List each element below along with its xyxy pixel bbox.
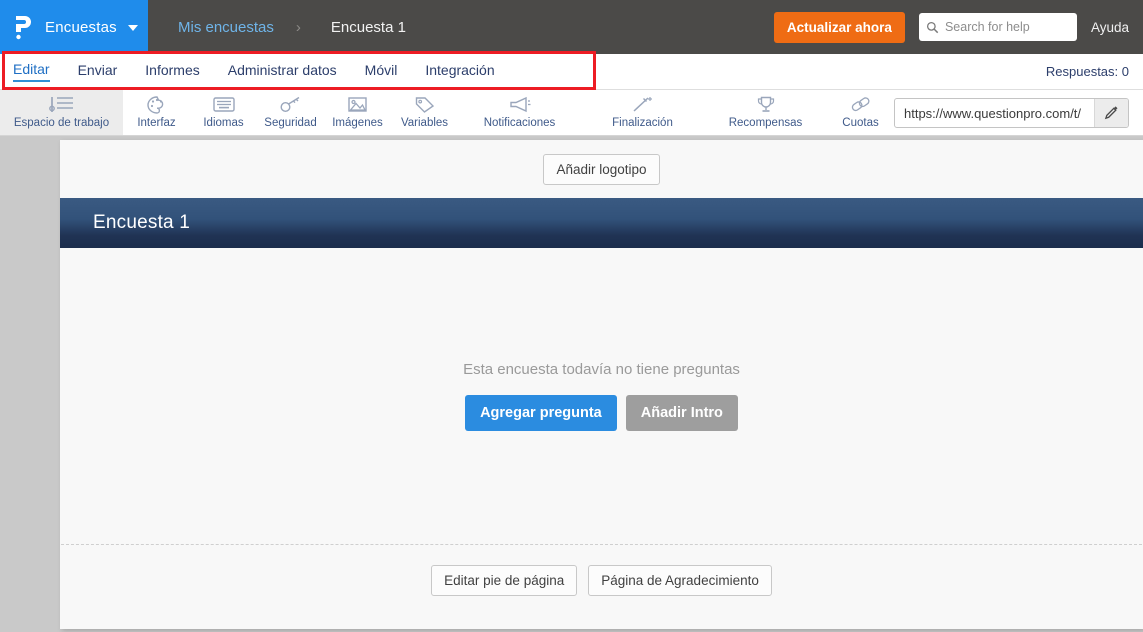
survey-url-field[interactable]: https://www.questionpro.com/t/ bbox=[894, 98, 1129, 128]
upgrade-now-button[interactable]: Actualizar ahora bbox=[773, 11, 905, 43]
toolbar-label: Idiomas bbox=[203, 117, 244, 129]
breadcrumb-current: Encuesta 1 bbox=[330, 18, 406, 36]
pencil-icon bbox=[1104, 105, 1118, 119]
survey-settings-toolbar: Espacio de trabajo Interfaz Idiomas Segu… bbox=[0, 90, 1143, 136]
toolbar-item-imagenes[interactable]: Imágenes bbox=[324, 90, 391, 135]
edit-url-button[interactable] bbox=[1094, 99, 1128, 127]
tag-icon bbox=[413, 93, 436, 116]
breadcrumb-separator-icon: › bbox=[295, 18, 301, 36]
empty-state-message: Esta encuesta todavía no tiene preguntas bbox=[463, 361, 740, 378]
key-icon bbox=[279, 93, 303, 116]
toolbar-label: Notificaciones bbox=[483, 117, 556, 129]
brand-label: Encuestas bbox=[45, 18, 117, 36]
chain-link-icon bbox=[849, 93, 872, 116]
main-navigation-tabs: Editar Enviar Informes Administrar datos… bbox=[0, 54, 1143, 90]
toolbar-label: Cuotas bbox=[842, 117, 879, 129]
workspace-lines-icon bbox=[48, 93, 75, 116]
magic-wand-icon bbox=[631, 93, 655, 116]
survey-url-text: https://www.questionpro.com/t/ bbox=[904, 105, 1082, 121]
tab-integracion[interactable]: Integración bbox=[425, 62, 494, 81]
chevron-down-icon bbox=[127, 25, 138, 31]
toolbar-item-cuotas[interactable]: Cuotas bbox=[827, 90, 894, 135]
help-link[interactable]: Ayuda bbox=[1091, 20, 1129, 35]
survey-paper: Añadir logotipo Encuesta 1 Esta encuesta… bbox=[60, 140, 1143, 629]
toolbar-item-interfaz[interactable]: Interfaz bbox=[123, 90, 190, 135]
toolbar-label: Recompensas bbox=[728, 117, 803, 129]
add-question-button[interactable]: Agregar pregunta bbox=[465, 395, 617, 431]
questionpro-logo-icon bbox=[16, 16, 31, 40]
megaphone-icon bbox=[508, 93, 532, 116]
tab-movil[interactable]: Móvil bbox=[365, 62, 398, 81]
toolbar-item-variables[interactable]: Variables bbox=[391, 90, 458, 135]
thank-you-page-button[interactable]: Página de Agradecimiento bbox=[588, 564, 772, 596]
toolbar-item-espacio-de-trabajo[interactable]: Espacio de trabajo bbox=[0, 90, 123, 135]
survey-preview-stage: Añadir logotipo Encuesta 1 Esta encuesta… bbox=[0, 136, 1143, 632]
toolbar-label: Variables bbox=[400, 117, 449, 129]
top-header-bar: Encuestas Mis encuestas › Encuesta 1 Act… bbox=[0, 0, 1143, 54]
palette-icon bbox=[146, 93, 168, 116]
keyboard-icon bbox=[212, 93, 236, 116]
tab-enviar[interactable]: Enviar bbox=[78, 62, 118, 81]
tab-editar[interactable]: Editar bbox=[13, 61, 50, 82]
add-logo-button[interactable]: Añadir logotipo bbox=[543, 153, 660, 185]
toolbar-item-finalizacion[interactable]: Finalización bbox=[581, 90, 704, 135]
application-window: Encuestas Mis encuestas › Encuesta 1 Act… bbox=[0, 0, 1143, 632]
toolbar-label: Seguridad bbox=[264, 117, 317, 129]
toolbar-label: Espacio de trabajo bbox=[13, 117, 110, 129]
toolbar-label: Finalización bbox=[612, 117, 673, 129]
breadcrumb: Mis encuestas › Encuesta 1 bbox=[148, 19, 406, 36]
survey-title-banner: Encuesta 1 bbox=[60, 198, 1143, 248]
footer-actions: Editar pie de página Página de Agradecim… bbox=[60, 545, 1143, 615]
brand-home-button[interactable]: Encuestas bbox=[0, 0, 148, 54]
survey-title: Encuesta 1 bbox=[93, 212, 191, 233]
responses-count: Respuestas: 0 bbox=[1045, 64, 1129, 79]
toolbar-item-recompensas[interactable]: Recompensas bbox=[704, 90, 827, 135]
edit-footer-button[interactable]: Editar pie de página bbox=[431, 564, 578, 596]
nav-tab-list: Editar Enviar Informes Administrar datos… bbox=[0, 54, 509, 90]
image-icon bbox=[346, 93, 369, 116]
help-search-box[interactable] bbox=[918, 13, 1077, 41]
search-icon bbox=[926, 21, 939, 33]
logo-row: Añadir logotipo bbox=[60, 140, 1143, 198]
toolbar-item-seguridad[interactable]: Seguridad bbox=[257, 90, 324, 135]
trophy-icon bbox=[755, 93, 777, 116]
help-search-input[interactable] bbox=[944, 20, 1070, 34]
toolbar-item-notificaciones[interactable]: Notificaciones bbox=[458, 90, 581, 135]
tab-administrar-datos[interactable]: Administrar datos bbox=[228, 62, 337, 81]
add-intro-button[interactable]: Añadir Intro bbox=[625, 395, 738, 431]
toolbar-label: Imágenes bbox=[332, 117, 383, 129]
toolbar-item-idiomas[interactable]: Idiomas bbox=[190, 90, 257, 135]
empty-questions-area: Esta encuesta todavía no tiene preguntas… bbox=[60, 248, 1143, 544]
empty-state-actions: Agregar pregunta Añadir Intro bbox=[465, 395, 738, 431]
tab-informes[interactable]: Informes bbox=[145, 62, 199, 81]
breadcrumb-parent-link[interactable]: Mis encuestas bbox=[178, 19, 274, 36]
header-actions: Actualizar ahora Ayuda bbox=[773, 11, 1143, 43]
toolbar-label: Interfaz bbox=[137, 117, 176, 129]
